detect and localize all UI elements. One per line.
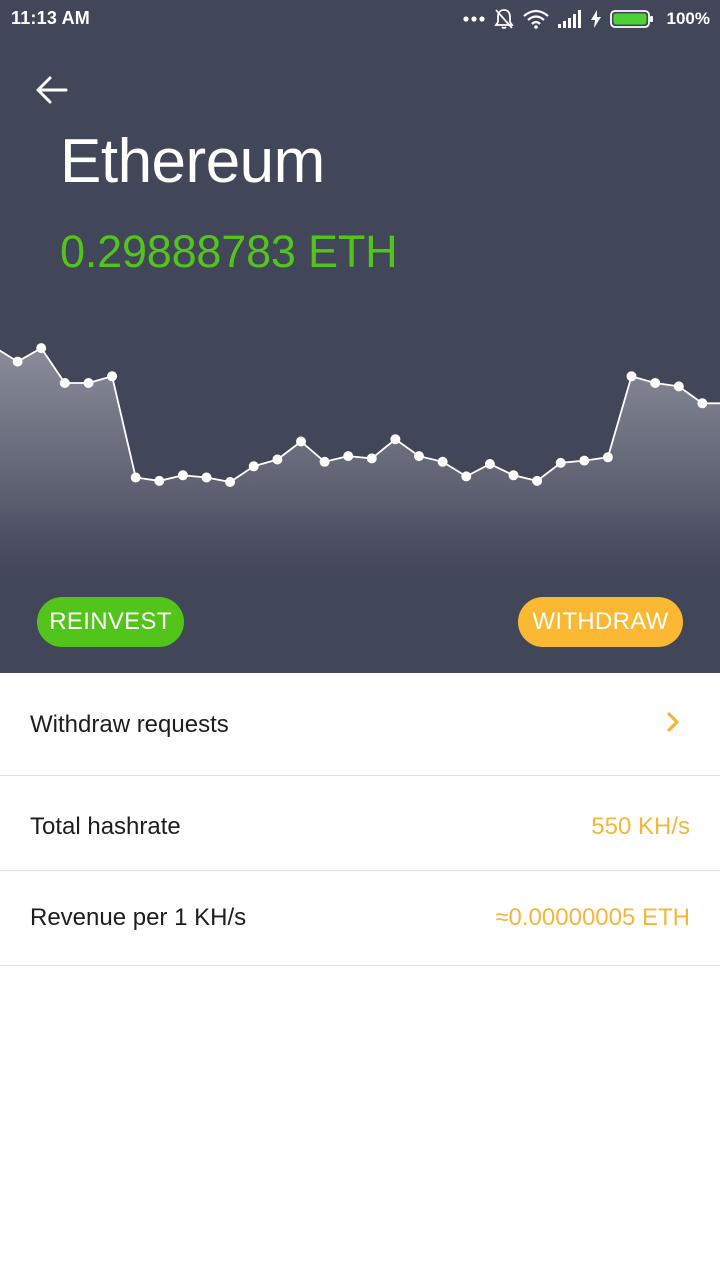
chevron-right-icon [667,712,679,732]
withdraw-requests-label: Withdraw requests [30,711,229,738]
total-hashrate-label: Total hashrate [30,813,181,840]
battery-icon [609,10,653,28]
chart-point [225,477,236,487]
chart-point [319,456,330,467]
chart-point [697,398,708,409]
revenue-label: Revenue per 1 KH/s [30,904,247,931]
chart-point [437,456,448,467]
chart-point [602,452,613,463]
chart-point [626,371,637,382]
chart-area-fill [0,348,720,590]
chart-point [272,454,283,465]
chart-point [83,378,94,388]
reinvest-button[interactable]: REINVEST [37,597,184,647]
chart-point [12,356,23,367]
back-button[interactable] [30,68,74,112]
chart-point [59,378,70,388]
withdraw-requests-row[interactable]: Withdraw requests [0,673,720,776]
status-icons: 100% [462,6,710,32]
signal-icon [557,10,581,28]
chart-point [579,455,590,466]
chart-point [390,434,401,445]
status-bar: 11:13 AM 100% [0,0,720,38]
chart-point [201,472,212,483]
coin-title: Ethereum [60,127,325,196]
mute-bell-icon [493,9,514,29]
chart-point [484,459,495,469]
chart-point [673,381,684,392]
revenue-value: ≈0.00000005 ETH [495,904,690,931]
chart-point [36,343,47,354]
chart-point [532,475,543,486]
revenue-row: Revenue per 1 KH/s ≈0.00000005 ETH [0,871,720,966]
chart-point [414,451,424,462]
balance-chart [0,343,720,590]
wifi-icon [522,9,549,29]
total-hashrate-row: Total hashrate 550 KH/s [0,776,720,871]
chart-point [248,461,259,472]
battery-percent: 100% [666,9,710,28]
total-hashrate-value: 550 KH/s [591,813,690,840]
chart-point [154,475,165,486]
chart-point [461,471,472,482]
withdraw-button[interactable]: WITHDRAW [518,597,683,647]
chart-point [343,451,354,462]
chart-point [650,378,661,388]
more-dots-icon [462,16,485,22]
chart-point [296,436,306,447]
hero-panel: 11:13 AM 100% Ethereum 0.29888783 ETH RE… [0,0,720,673]
charging-icon [590,10,601,28]
chart-point [366,453,377,464]
details-list: Withdraw requests Total hashrate 550 KH/… [0,673,720,966]
coin-balance: 0.29888783 ETH [60,226,398,277]
arrow-left-icon [36,76,68,104]
chart-point [130,472,141,483]
chart-point [555,457,566,468]
chart-point [177,470,188,481]
chart-point [107,371,118,382]
status-time: 11:13 AM [11,8,90,28]
chart-point [508,470,519,481]
